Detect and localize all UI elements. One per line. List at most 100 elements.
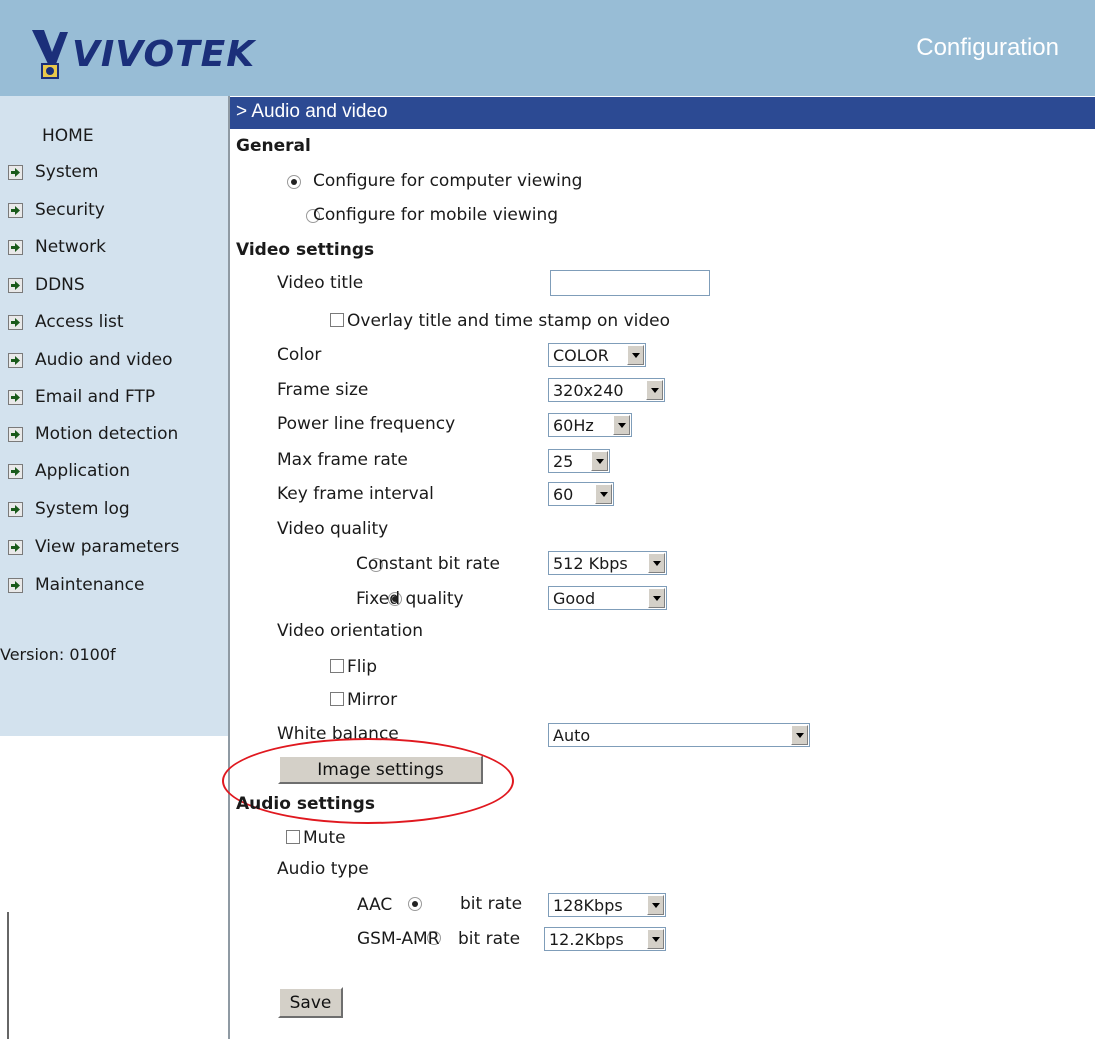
gsm-bitrate-label: bit rate — [458, 929, 521, 949]
gsm-bitrate-select[interactable]: 12.2Kbps — [544, 927, 666, 951]
sidebar-item-audio-and-video[interactable]: Audio and video — [0, 345, 173, 375]
sidebar-item-access-list[interactable]: Access list — [0, 307, 124, 337]
arrow-icon — [8, 463, 23, 479]
chevron-down-icon — [646, 380, 663, 400]
left-divider-line — [7, 912, 9, 1039]
max-frame-rate-select-value: 25 — [553, 451, 574, 471]
flip-label: Flip — [347, 657, 378, 677]
key-frame-label: Key frame interval — [277, 484, 434, 504]
arrow-icon — [8, 239, 23, 255]
general-heading: General — [236, 136, 311, 156]
white-balance-select[interactable]: Auto — [548, 723, 810, 747]
fixed-quality-select[interactable]: Good — [548, 586, 667, 610]
aac-bitrate-select[interactable]: 128Kbps — [548, 893, 666, 917]
logo-mark-icon — [30, 26, 70, 82]
arrow-icon — [8, 426, 23, 442]
flip-checkbox[interactable] — [330, 659, 344, 673]
audio-settings-heading: Audio settings — [236, 794, 375, 814]
sidebar-item-label: Application — [35, 461, 130, 481]
chevron-down-icon — [647, 895, 664, 915]
sidebar-item-view-parameters[interactable]: View parameters — [0, 532, 179, 562]
logo-text: VIVOTEK — [72, 33, 256, 75]
sidebar-item-label: Network — [35, 237, 106, 257]
sidebar-item-system[interactable]: System — [0, 157, 98, 187]
arrow-icon — [8, 539, 23, 555]
color-select[interactable]: COLOR — [548, 343, 646, 367]
arrow-icon — [8, 277, 23, 293]
vivotek-logo: VIVOTEK — [30, 26, 255, 82]
video-orientation-label: Video orientation — [277, 621, 424, 641]
arrow-icon — [8, 314, 23, 330]
chevron-down-icon — [648, 553, 665, 573]
arrow-icon — [8, 352, 23, 368]
chevron-down-icon — [627, 345, 644, 365]
arrow-icon — [8, 389, 23, 405]
audio-type-label: Audio type — [277, 859, 369, 879]
sidebar-item-label: View parameters — [35, 537, 180, 557]
sidebar-item-home[interactable]: HOME — [42, 126, 94, 146]
sidebar-item-label: Motion detection — [35, 424, 179, 444]
sidebar-item-label: System — [35, 162, 99, 182]
arrow-icon — [8, 164, 23, 180]
save-button[interactable]: Save — [278, 987, 343, 1018]
sidebar-item-label: DDNS — [35, 275, 85, 295]
frame-size-label: Frame size — [277, 380, 369, 400]
aac-radio[interactable] — [407, 897, 422, 911]
sidebar-item-label: Security — [35, 200, 105, 220]
white-balance-select-value: Auto — [553, 725, 591, 745]
sidebar-item-application[interactable]: Application — [0, 456, 130, 486]
mirror-label: Mirror — [347, 690, 398, 710]
chevron-down-icon — [591, 451, 608, 471]
overlay-checkbox[interactable] — [330, 313, 344, 327]
video-title-input[interactable] — [550, 270, 710, 296]
aac-bitrate-label: bit rate — [460, 894, 523, 914]
sidebar-item-email-and-ftp[interactable]: Email and FTP — [0, 382, 155, 412]
chevron-down-icon — [613, 415, 630, 435]
mute-checkbox[interactable] — [286, 830, 300, 844]
max-frame-rate-select[interactable]: 25 — [548, 449, 610, 473]
sidebar-item-label: Audio and video — [35, 350, 173, 370]
key-frame-select-value: 60 — [553, 484, 574, 504]
sidebar-item-label: Access list — [35, 312, 124, 332]
sidebar-divider — [228, 96, 230, 1039]
color-label: Color — [277, 345, 322, 365]
fixed-quality-select-value: Good — [553, 588, 596, 608]
arrow-icon — [8, 501, 23, 517]
mobile-viewing-label: Configure for mobile viewing — [313, 205, 559, 225]
computer-viewing-radio[interactable] — [287, 175, 301, 189]
color-select-value: COLOR — [553, 345, 609, 365]
power-line-label: Power line frequency — [277, 414, 456, 434]
sidebar-item-security[interactable]: Security — [0, 195, 105, 225]
chevron-down-icon — [791, 725, 808, 745]
frame-size-select[interactable]: 320x240 — [548, 378, 665, 402]
mirror-checkbox[interactable] — [330, 692, 344, 706]
chevron-down-icon — [648, 588, 665, 608]
constant-bit-rate-select[interactable]: 512 Kbps — [548, 551, 667, 575]
arrow-icon — [8, 577, 23, 593]
power-line-select[interactable]: 60Hz — [548, 413, 632, 437]
aac-label: AAC — [357, 895, 393, 915]
gsm-amr-label: GSM-AMR — [357, 929, 440, 949]
version-label: Version: 0100f — [0, 645, 116, 664]
video-quality-label: Video quality — [277, 519, 389, 539]
chevron-down-icon — [647, 929, 664, 949]
sidebar-item-ddns[interactable]: DDNS — [0, 270, 85, 300]
power-line-select-value: 60Hz — [553, 415, 594, 435]
sidebar-item-motion-detection[interactable]: Motion detection — [0, 419, 178, 449]
sidebar-item-label: Maintenance — [35, 575, 145, 595]
arrow-icon — [8, 202, 23, 218]
key-frame-select[interactable]: 60 — [548, 482, 614, 506]
sidebar-item-system-log[interactable]: System log — [0, 494, 130, 524]
breadcrumb: > Audio and video — [236, 101, 388, 122]
video-title-label: Video title — [277, 273, 364, 293]
gsm-bitrate-select-value: 12.2Kbps — [549, 929, 624, 949]
computer-viewing-label: Configure for computer viewing — [313, 171, 583, 191]
video-settings-heading: Video settings — [236, 240, 375, 260]
constant-bit-rate-select-value: 512 Kbps — [553, 553, 628, 573]
mute-label: Mute — [303, 828, 346, 848]
constant-bit-rate-label: Constant bit rate — [356, 554, 500, 574]
overlay-label: Overlay title and time stamp on video — [347, 311, 671, 331]
sidebar-item-maintenance[interactable]: Maintenance — [0, 570, 144, 600]
sidebar-item-network[interactable]: Network — [0, 232, 106, 262]
aac-bitrate-select-value: 128Kbps — [553, 895, 623, 915]
